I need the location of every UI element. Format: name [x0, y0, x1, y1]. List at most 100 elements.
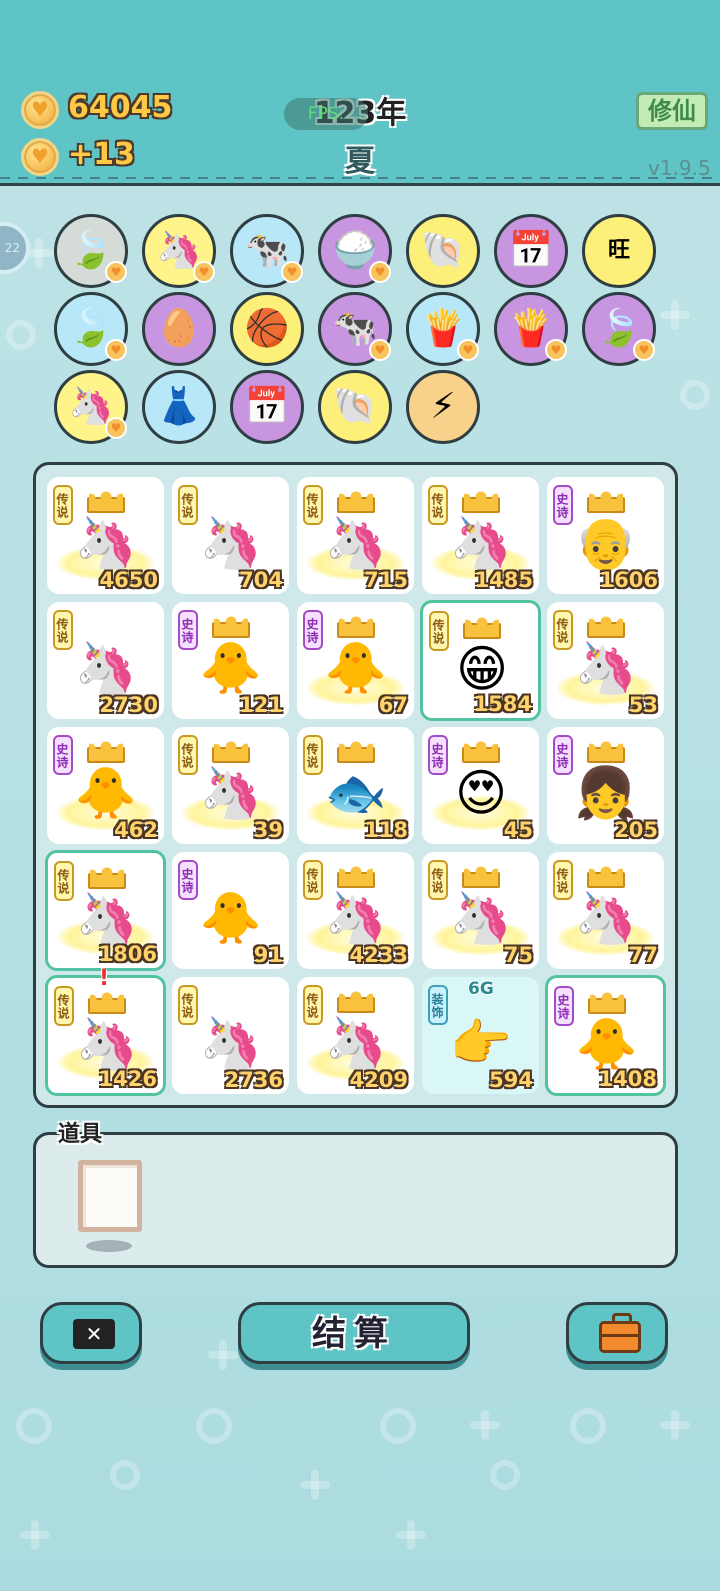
heart-eyes-man-king-icon: 😍 — [454, 764, 508, 822]
crown-icon — [463, 617, 501, 639]
unicorn-king-icon: 🦄 — [74, 514, 138, 572]
old-man-king-icon: 👴 — [574, 514, 638, 572]
rarity-badge: 史诗 — [303, 610, 323, 650]
tile-value: 121 — [239, 693, 283, 717]
tile-unicorn-king[interactable]: 🦄 传说 77 — [547, 852, 664, 969]
tile-bird-king[interactable]: 🐥 史诗 462 — [47, 727, 164, 844]
tile-pointing-hand[interactable]: 👉 装饰 6G 594 — [422, 977, 539, 1094]
crown-icon — [462, 741, 500, 763]
tile-unicorn-king[interactable]: 🦄 传说 1426 — [45, 975, 166, 1096]
unicorn-icon: 🦄 — [199, 514, 263, 572]
twin-cows-icon[interactable]: 🐄 ♥ — [230, 214, 304, 288]
rarity-badge: 史诗 — [554, 986, 574, 1026]
bg-decoration — [490, 1460, 520, 1490]
rice-bowl-icon[interactable]: 🍚 ♥ — [318, 214, 392, 288]
settle-button[interactable]: 结算 — [238, 1302, 470, 1364]
exit-button[interactable]: ✕ — [40, 1302, 142, 1364]
egg-icon-glyph: 🥚 — [156, 308, 202, 349]
tile-value: 77 — [628, 943, 658, 967]
skirt-icon[interactable]: 👗 — [142, 370, 216, 444]
frame-icon[interactable] — [78, 1160, 142, 1232]
elf-girl-king-icon: 👧 — [574, 764, 638, 822]
tile-unicorn-king[interactable]: 🦄 传说 4650 — [47, 477, 164, 594]
bg-decoration — [300, 1470, 330, 1500]
heart-icon: ♥ — [193, 261, 215, 283]
grinning-man-king-icon: 😁 — [455, 640, 509, 698]
tile-bird-king[interactable]: 🐥 史诗 1408 — [545, 975, 666, 1096]
leaf-icon[interactable]: 🍃 ♥ — [54, 214, 128, 288]
egg-icon[interactable]: 🥚 — [142, 292, 216, 366]
tile-unicorn[interactable]: 🦄 传说 2730 — [47, 602, 164, 719]
crown-icon — [588, 992, 626, 1014]
bg-decoration — [208, 1340, 238, 1370]
leaf-icon[interactable]: 🍃 ♥ — [54, 292, 128, 366]
lightning-icon[interactable]: ⚡ — [406, 370, 480, 444]
rarity-badge: 史诗 — [428, 735, 448, 775]
wang-characters-icon[interactable]: 旺 — [582, 214, 656, 288]
leaf-icon[interactable]: 🍃 ♥ — [582, 292, 656, 366]
rarity-badge: 传说 — [553, 610, 573, 650]
tile-old-man-king[interactable]: 👴 史诗 1606 — [547, 477, 664, 594]
rarity-badge: 传说 — [303, 860, 323, 900]
calendar-icon[interactable]: 📅 — [494, 214, 568, 288]
tile-value: 75 — [503, 943, 533, 967]
shell-icon[interactable]: 🐚 — [318, 370, 392, 444]
heart-icon: ♥ — [105, 417, 127, 439]
tile-unicorn-king[interactable]: 🦄 传说 39 — [172, 727, 289, 844]
tile-unicorn[interactable]: 🦄 传说 704 — [172, 477, 289, 594]
fries-icon[interactable]: 🍟 ♥ — [494, 292, 568, 366]
crown-icon — [587, 741, 625, 763]
unicorn-icon[interactable]: 🦄 ♥ — [54, 370, 128, 444]
bg-decoration — [110, 1460, 140, 1490]
tile-value: 1485 — [474, 568, 533, 592]
unicorn-icon[interactable]: 🦄 ♥ — [142, 214, 216, 288]
bg-decoration — [570, 1408, 606, 1444]
tile-unicorn-king[interactable]: 🦄 传说 75 — [422, 852, 539, 969]
tile-value: 4233 — [349, 943, 408, 967]
cultivate-button[interactable]: 修仙 — [636, 92, 708, 130]
shell-icon-glyph: 🐚 — [332, 386, 378, 427]
tile-heart-eyes-man-king[interactable]: 😍 史诗 45 — [422, 727, 539, 844]
fries-icon[interactable]: 🍟 ♥ — [406, 292, 480, 366]
version-label: v1.9.5 — [648, 156, 711, 180]
bg-decoration — [380, 1408, 416, 1444]
rarity-badge: 史诗 — [178, 860, 198, 900]
tile-unicorn-king[interactable]: 🦄 传说 4233 — [297, 852, 414, 969]
tile-value: 4209 — [349, 1068, 408, 1092]
twin-cows-icon[interactable]: 🐄 ♥ — [318, 292, 392, 366]
tile-elf-girl-king[interactable]: 👧 史诗 205 — [547, 727, 664, 844]
rarity-badge: 传说 — [429, 611, 449, 651]
rarity-badge: 史诗 — [553, 485, 573, 525]
calendar-icon[interactable]: 📅 — [230, 370, 304, 444]
bag-button[interactable] — [566, 1302, 668, 1364]
bg-decoration — [196, 1408, 232, 1444]
tile-value: 1584 — [473, 692, 532, 716]
unicorn-king-icon: 🦄 — [199, 764, 263, 822]
tile-unicorn-king[interactable]: 🦄 传说 4209 — [297, 977, 414, 1094]
tile-koi-fish-king[interactable]: 🐟 传说 118 — [297, 727, 414, 844]
tile-unicorn-king[interactable]: 🦄 传说 53 — [547, 602, 664, 719]
tile-value: 67 — [378, 693, 408, 717]
shell-icon[interactable]: 🐚 — [406, 214, 480, 288]
tile-unicorn[interactable]: 🦄 传说 2736 — [172, 977, 289, 1094]
tile-bird[interactable]: 🐥 史诗 91 — [172, 852, 289, 969]
tile-value: 1408 — [598, 1067, 657, 1091]
bird-icon: 🐥 — [199, 889, 263, 947]
bg-decoration — [6, 320, 36, 350]
tile-value: 704 — [239, 568, 283, 592]
koi-fish-king-icon: 🐟 — [324, 764, 388, 822]
tile-unicorn-king[interactable]: 🦄 传说 1806 — [45, 850, 166, 971]
tile-unicorn-king[interactable]: 🦄 传说 715 — [297, 477, 414, 594]
tile-unicorn-king[interactable]: 🦄 传说 1485 — [422, 477, 539, 594]
tile-grinning-man-king[interactable]: 😁 传说 1584 — [420, 600, 541, 721]
bg-decoration — [16, 1408, 52, 1444]
crown-icon — [87, 741, 125, 763]
tile-bird-king[interactable]: 🐥 史诗 121 — [172, 602, 289, 719]
tile-bird-king[interactable]: 🐥 史诗 67 — [297, 602, 414, 719]
crown-icon — [462, 491, 500, 513]
basketballs-icon[interactable]: 🏀 — [230, 292, 304, 366]
skirt-icon-glyph: 👗 — [156, 386, 202, 427]
heart-icon: ♥ — [545, 339, 567, 361]
bg-decoration — [660, 1410, 690, 1440]
rarity-badge: 传说 — [178, 485, 198, 525]
